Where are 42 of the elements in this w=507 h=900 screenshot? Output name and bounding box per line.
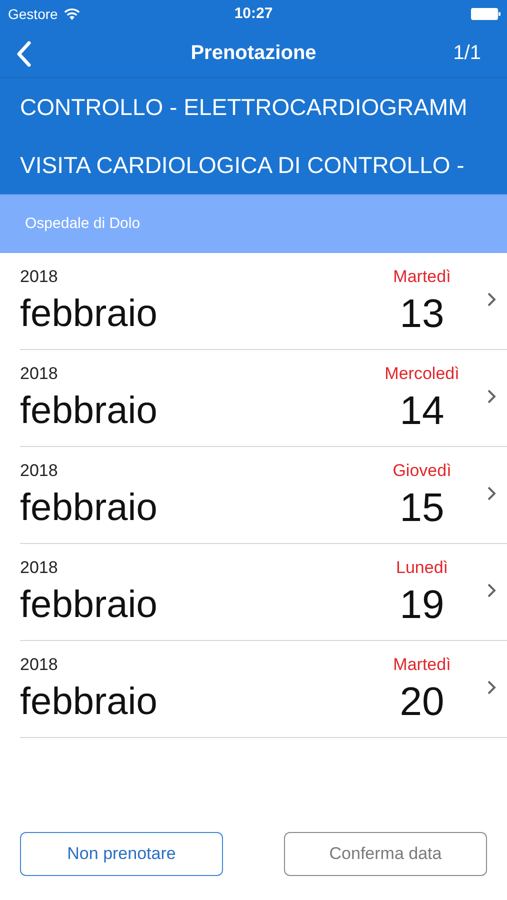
date-row[interactable]: 2018 febbraio Martedì 20 <box>20 641 507 738</box>
weekday-label: Lunedì <box>396 557 448 579</box>
day-number: 20 <box>400 679 444 725</box>
date-row[interactable]: 2018 febbraio Mercoledì 14 <box>20 350 507 447</box>
chevron-right-icon <box>487 680 496 695</box>
day-number: 19 <box>400 582 444 628</box>
action-button[interactable]: Non prenotare <box>20 832 223 876</box>
weekday-label: Giovedì <box>392 460 452 482</box>
chevron-right-icon <box>487 389 496 404</box>
month-label: febbraio <box>20 583 158 628</box>
month-label: febbraio <box>20 389 158 434</box>
battery-icon <box>471 8 501 20</box>
year-label: 2018 <box>20 363 58 385</box>
carrier-name: Gestore <box>8 4 58 24</box>
day-number: 14 <box>400 388 444 434</box>
weekday-label: Martedì <box>393 654 451 676</box>
service-name: VISITA CARDIOLOGICA DI CONTROLLO - <box>20 150 464 180</box>
chevron-right-icon <box>487 292 496 307</box>
month-label: febbraio <box>20 292 158 337</box>
date-row[interactable]: 2018 febbraio Martedì 13 <box>20 253 507 350</box>
year-label: 2018 <box>20 654 58 676</box>
clock-time: 10:27 <box>234 4 273 24</box>
day-number: 15 <box>400 485 444 531</box>
year-label: 2018 <box>20 460 58 482</box>
page-counter: 1/1 <box>453 40 481 66</box>
month-label: febbraio <box>20 486 158 531</box>
date-row[interactable]: 2018 febbraio Giovedì 15 <box>20 447 507 544</box>
hospital-name: Ospedale di Dolo <box>25 214 140 234</box>
year-label: 2018 <box>20 266 58 288</box>
day-number: 13 <box>400 291 444 337</box>
wifi-icon <box>64 8 80 20</box>
back-button[interactable] <box>14 41 34 67</box>
chevron-right-icon <box>487 583 496 598</box>
year-label: 2018 <box>20 557 58 579</box>
back-chevron-icon <box>16 41 32 67</box>
date-row[interactable]: 2018 febbraio Lunedì 19 <box>20 544 507 641</box>
screen-title: Prenotazione <box>190 40 316 66</box>
month-label: febbraio <box>20 680 158 725</box>
weekday-label: Mercoledì <box>384 363 460 385</box>
weekday-label: Martedì <box>393 266 451 288</box>
chevron-right-icon <box>487 486 496 501</box>
service-name: CONTROLLO - ELETTROCARDIOGRAMM <box>20 92 468 122</box>
